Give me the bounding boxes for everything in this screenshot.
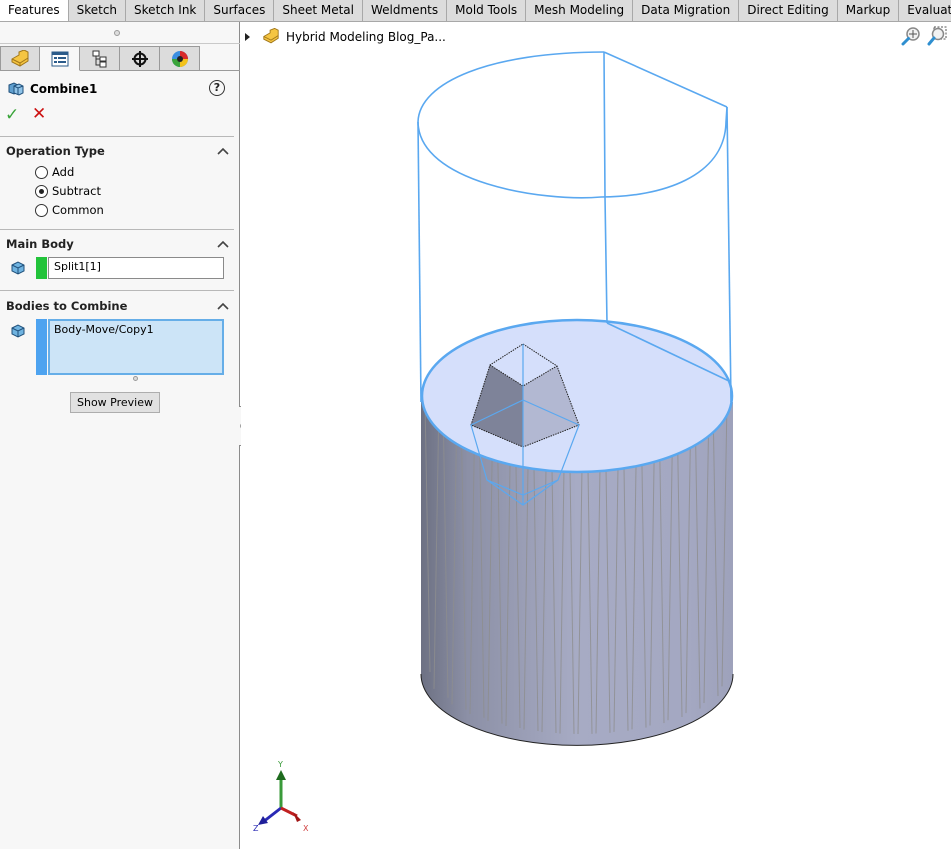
help-icon[interactable]: ? [209,80,225,96]
radio-label: Common [52,203,104,217]
group-separator [0,290,234,291]
graphics-area[interactable]: Hybrid Modeling Blog_Pa... Y Z X [241,22,951,849]
propertymanager-tab[interactable] [40,46,80,71]
bodies-color-swatch [36,319,47,375]
tab-sheet-metal[interactable]: Sheet Metal [274,0,363,21]
property-list-icon [51,51,68,66]
tab-weldments[interactable]: Weldments [363,0,448,21]
radio-common[interactable]: Common [35,203,104,217]
property-manager-panel: Combine1 ? ✓ ✕ Operation Type Add Subtra… [0,22,240,849]
collapse-chevron-icon[interactable] [217,301,229,311]
main-body-title: Main Body [6,237,74,251]
tab-features[interactable]: Features [0,0,69,21]
tab-sketch-ink[interactable]: Sketch Ink [126,0,206,21]
main-body-color-swatch [36,257,47,279]
part-icon [11,49,29,67]
main-body-selection-box[interactable]: Split1[1] [48,257,224,279]
radio-button[interactable] [35,165,48,179]
configurationmanager-tab[interactable] [80,46,120,71]
tab-sketch[interactable]: Sketch [68,0,127,21]
ok-button[interactable]: ✓ [5,105,19,125]
collapse-chevron-icon[interactable] [217,146,229,156]
display-manager-tab[interactable] [160,46,200,71]
radio-button[interactable] [35,203,48,217]
tab-data-migration[interactable]: Data Migration [633,0,740,21]
dimxpert-tab[interactable] [120,46,160,71]
grip-dot[interactable] [114,30,120,36]
top-face-highlight[interactable] [420,318,734,474]
tab-markup[interactable]: Markup [837,0,900,21]
configuration-tree-icon [92,50,106,67]
collapse-chevron-icon[interactable] [217,239,229,249]
tab-mesh-modeling[interactable]: Mesh Modeling [526,0,634,21]
bodies-to-combine-list[interactable]: Body-Move/Copy1 [48,319,224,375]
tab-direct-editing[interactable]: Direct Editing [739,0,838,21]
operation-type-title: Operation Type [6,144,105,158]
triad-y-label: Y [277,760,283,769]
list-item[interactable]: Body-Move/Copy1 [54,323,218,336]
tab-evaluate[interactable]: Evaluate [899,0,951,21]
triad-z-label: Z [253,824,259,833]
feature-title: Combine1 [30,82,98,96]
show-preview-button[interactable]: Show Preview [70,392,160,413]
model-view[interactable]: Y Z X [241,22,951,849]
radio-label: Add [52,165,75,179]
radio-add[interactable]: Add [35,165,74,179]
triad-x-label: X [303,824,309,833]
cancel-button[interactable]: ✕ [32,104,46,124]
combine-feature-icon [8,82,24,96]
bodies-to-combine-title: Bodies to Combine [6,299,128,313]
featuremanager-tab[interactable] [0,46,40,71]
crosshair-icon [131,50,148,67]
solid-body-icon [11,324,25,338]
solid-body-icon [11,261,25,275]
feature-header: Combine1 [8,78,97,100]
command-manager-tabs: Features Sketch Sketch Ink Surfaces Sheet Me… [0,0,951,22]
tab-baseline [200,70,240,71]
tab-surfaces[interactable]: Surfaces [205,0,275,21]
panel-resize-grip[interactable] [0,22,240,44]
radio-button[interactable] [35,184,48,198]
manager-tabs [0,46,200,71]
coordinate-triad: Y Z X [253,760,309,833]
appearance-ball-icon [171,50,188,67]
group-separator [0,229,234,230]
list-resize-handle[interactable] [133,376,138,381]
group-separator [0,136,234,137]
radio-subtract[interactable]: Subtract [35,184,101,198]
tab-mold-tools[interactable]: Mold Tools [447,0,527,21]
radio-label: Subtract [52,184,102,198]
